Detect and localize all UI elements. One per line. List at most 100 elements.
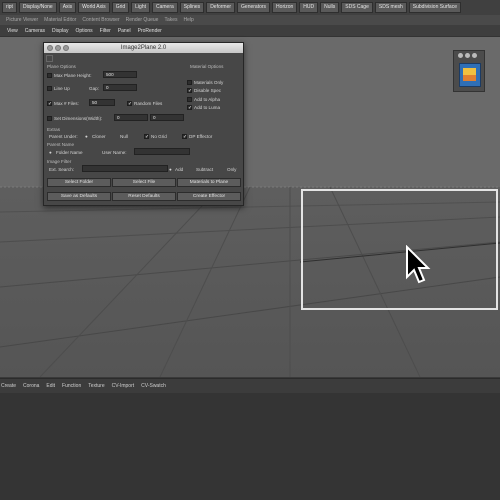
create-effector-button[interactable]: Create Effector [177, 192, 241, 201]
parent-under-label: Parent Under: [49, 134, 78, 139]
viewport-menu-view[interactable]: View [7, 28, 18, 34]
add-to-luma-checkbox[interactable]: ✓ [187, 105, 192, 111]
material-options-header: Material Options [190, 64, 224, 69]
reset-defaults-button[interactable]: Reset Defaults [112, 192, 176, 201]
max-plane-height-checkbox[interactable] [47, 73, 52, 78]
dialog-grip-icon[interactable] [46, 55, 53, 62]
viewport-menu-cameras[interactable]: Cameras [25, 28, 45, 34]
viewport-menu-panel[interactable]: Panel [118, 28, 131, 34]
toolbar-button-grid[interactable]: Grid [111, 2, 130, 13]
dp-effector-checkbox[interactable]: ✓ [182, 134, 187, 140]
cursor-arrow-icon [406, 245, 431, 284]
dimension-width-field[interactable]: 0 [114, 114, 148, 121]
menu-create[interactable]: Create [1, 383, 16, 389]
main-toolbar: ript Display/None Axis World Axis Grid L… [0, 0, 500, 15]
set-dimensions-checkbox[interactable] [47, 116, 52, 121]
max-files-field[interactable]: 50 [89, 99, 115, 106]
menu-edit[interactable]: Edit [46, 383, 55, 389]
toolbar-button-sds-mesh[interactable]: SDS mesh [374, 2, 407, 13]
thumb-max-icon[interactable] [472, 53, 477, 58]
thumb-close-icon[interactable] [458, 53, 463, 58]
disable-spec-label: Disable Spec [194, 88, 222, 93]
toolbar-button-deformer[interactable]: Deformer [206, 2, 236, 13]
null-label[interactable]: Null [120, 134, 128, 139]
line-up-checkbox[interactable] [47, 86, 52, 91]
dimension-height-field[interactable]: 0 [150, 114, 184, 121]
menu-picture-viewer[interactable]: Picture Viewer [6, 17, 38, 23]
toolbar-button-display-none[interactable]: Display/None [18, 2, 57, 13]
folder-name-label: Folder Name [56, 150, 83, 155]
gap-label: Gap: [89, 86, 99, 91]
toolbar-button-world-axis[interactable]: World Axis [78, 2, 110, 13]
menu-function[interactable]: Function [62, 383, 81, 389]
toolbar-button-light[interactable]: Light [131, 2, 150, 13]
dialog-zoom-icon[interactable] [63, 45, 69, 51]
viewport-menu-options[interactable]: Options [75, 28, 92, 34]
cloner-radio-icon[interactable]: ● [85, 134, 88, 139]
menu-takes[interactable]: Takes [164, 17, 177, 23]
toolbar-button-sds-cage[interactable]: SDS Cage [341, 2, 373, 13]
menu-help[interactable]: Help [184, 17, 194, 23]
toolbar-button-nulls[interactable]: Nulls [320, 2, 340, 13]
disable-spec-checkbox[interactable]: ✓ [187, 88, 192, 94]
image-filter-header: Image Filter [47, 159, 72, 164]
selection-rectangle [301, 189, 498, 310]
menu-cv-import[interactable]: CV-Import [112, 383, 135, 389]
add-to-alpha-checkbox[interactable] [187, 97, 192, 102]
parent-name-header: Parent Name [47, 142, 75, 147]
add-to-luma-label: Add to Luma [194, 105, 221, 110]
user-name-field[interactable] [134, 148, 190, 155]
menu-corona[interactable]: Corona [23, 383, 39, 389]
viewport-menu: View Cameras Display Options Filter Pane… [0, 25, 500, 37]
dp-effector-label: DP Effector [189, 134, 213, 139]
toolbar-button-splines[interactable]: Splines [179, 2, 205, 13]
add-radio-icon[interactable]: ● [169, 167, 172, 172]
toolbar-button-camera[interactable]: Camera [151, 2, 178, 13]
viewport-menu-filter[interactable]: Filter [100, 28, 111, 34]
gap-field[interactable]: 0 [103, 84, 137, 91]
extras-header: Extras [47, 127, 61, 132]
dialog-close-icon[interactable] [47, 45, 53, 51]
select-file-button[interactable]: Select File [112, 178, 176, 187]
materials-to-plane-button[interactable]: Materials to Plane [177, 178, 241, 187]
material-manager-menu: Create Corona Edit Function Texture CV-I… [0, 378, 500, 394]
image-thumbnail[interactable] [453, 50, 485, 92]
add-label: Add [175, 167, 184, 172]
toolbar-button-axis[interactable]: Axis [58, 2, 77, 13]
max-files-label: Max # Files: [54, 101, 79, 106]
viewport-menu-prorender[interactable]: ProRender [138, 28, 162, 34]
viewport-menu-display[interactable]: Display [52, 28, 68, 34]
toolbar-button-script[interactable]: ript [2, 2, 17, 13]
cloner-label: Cloner [92, 134, 106, 139]
menu-render-queue[interactable]: Render Queue [126, 17, 159, 23]
dialog-minimize-icon[interactable] [55, 45, 61, 51]
ext-search-field[interactable] [82, 165, 168, 172]
toolbar-button-subdivision-surface[interactable]: Subdivision Surface [408, 2, 461, 13]
folder-name-radio-icon[interactable]: ● [49, 150, 52, 155]
toolbar-button-horizon[interactable]: Horizon [272, 2, 298, 13]
no-grid-label: No Grid [151, 134, 167, 139]
toolbar-button-hud[interactable]: HUD [299, 2, 319, 13]
thumb-min-icon[interactable] [465, 53, 470, 58]
dialog-title: Image2Plane 2.0 [120, 45, 167, 51]
menu-texture[interactable]: Texture [88, 383, 104, 389]
materials-only-checkbox[interactable] [187, 80, 192, 85]
max-plane-height-label: Max Plane Height: [54, 73, 92, 78]
dialog-title-bar[interactable]: Image2Plane 2.0 [44, 43, 243, 53]
menu-content-browser[interactable]: Content Browser [82, 17, 119, 23]
max-plane-height-field[interactable]: 500 [103, 71, 137, 78]
line-up-label: Line Up [54, 86, 70, 91]
menu-cv-swatch[interactable]: CV-Swatch [141, 383, 166, 389]
random-files-label: Random Files [134, 101, 163, 106]
select-folder-button[interactable]: Select Folder [47, 178, 111, 187]
random-files-checkbox[interactable]: ✓ [127, 101, 132, 107]
toolbar-button-generators[interactable]: Generators [237, 2, 271, 13]
secondary-menu: Picture Viewer Material Editor Content B… [0, 15, 500, 25]
no-grid-checkbox[interactable]: ✓ [144, 134, 149, 140]
menu-material-editor[interactable]: Material Editor [44, 17, 76, 23]
subtract-label[interactable]: Subtract [196, 167, 213, 172]
max-files-checkbox[interactable]: ✓ [47, 101, 52, 107]
only-label[interactable]: Only [227, 167, 236, 172]
save-defaults-button[interactable]: Save as Defaults [47, 192, 111, 201]
material-manager-panel[interactable] [0, 393, 500, 500]
